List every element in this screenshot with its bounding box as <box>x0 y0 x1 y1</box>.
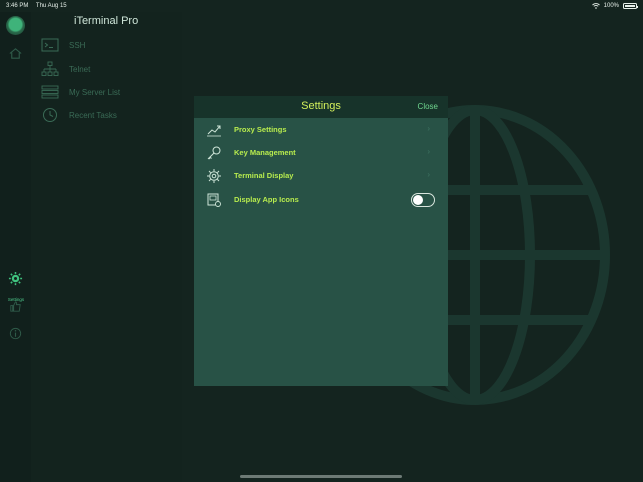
settings-row-label: Terminal Display <box>234 171 294 180</box>
thumbs-up-icon[interactable] <box>8 299 23 314</box>
home-indicator[interactable] <box>240 475 402 478</box>
battery-percent: 100% <box>603 3 619 9</box>
key-icon <box>207 146 221 160</box>
battery-icon <box>623 3 638 9</box>
app-title: iTerminal Pro <box>74 15 139 27</box>
gear-icon <box>207 169 221 183</box>
display-app-icons-toggle[interactable] <box>411 193 435 207</box>
settings-row-display-app-icons: Display App Icons <box>194 189 448 211</box>
status-time: 3:46 PM <box>6 3 29 9</box>
status-bar: 3:46 PM Thu Aug 15 100% <box>0 0 643 12</box>
chevron-right-icon: › <box>427 147 430 156</box>
sidebar-item-telnet[interactable]: Telnet <box>41 60 90 78</box>
sidebar-item-my-server-list[interactable]: My Server List <box>41 83 120 101</box>
sidebar-item-label: Recent Tasks <box>69 110 117 120</box>
settings-modal-body: Proxy Settings › Key Management › Termin… <box>194 118 448 386</box>
settings-gear-icon[interactable] <box>8 271 23 286</box>
home-icon[interactable] <box>8 46 23 61</box>
chevron-right-icon: › <box>427 124 430 133</box>
settings-row-proxy-settings[interactable]: Proxy Settings › <box>194 119 448 141</box>
trend-icon <box>207 125 221 137</box>
terminal-icon <box>41 38 59 52</box>
clock-icon <box>43 108 57 122</box>
settings-row-label: Proxy Settings <box>234 125 287 134</box>
toggle-knob <box>413 195 423 205</box>
navigation-rail: Settings <box>0 12 32 482</box>
sidebar-item-label: SSH <box>69 40 86 50</box>
settings-modal-title: Settings <box>301 100 341 112</box>
status-date: Thu Aug 15 <box>35 3 67 9</box>
sidebar-item-recent-tasks[interactable]: Recent Tasks <box>41 106 117 124</box>
close-button[interactable]: Close <box>418 102 438 111</box>
network-icon <box>41 61 59 76</box>
app-logo-avatar[interactable] <box>6 16 25 35</box>
sidebar-item-label: My Server List <box>69 87 121 97</box>
side-panel: iTerminal Pro SSH Telnet My Server List <box>31 12 182 482</box>
sidebar-item-label: Telnet <box>69 64 91 74</box>
server-list-icon <box>41 85 59 99</box>
wifi-icon <box>591 3 600 9</box>
settings-modal-header: Settings Close <box>194 96 448 118</box>
chevron-right-icon: › <box>427 170 430 179</box>
settings-row-label: Key Management <box>234 148 296 157</box>
settings-row-key-management[interactable]: Key Management › <box>194 142 448 164</box>
sidebar-item-ssh[interactable]: SSH <box>41 36 85 54</box>
settings-row-label: Display App Icons <box>234 195 299 204</box>
settings-row-terminal-display[interactable]: Terminal Display › <box>194 165 448 187</box>
app-icons-icon <box>207 193 221 207</box>
info-icon[interactable] <box>8 326 23 341</box>
